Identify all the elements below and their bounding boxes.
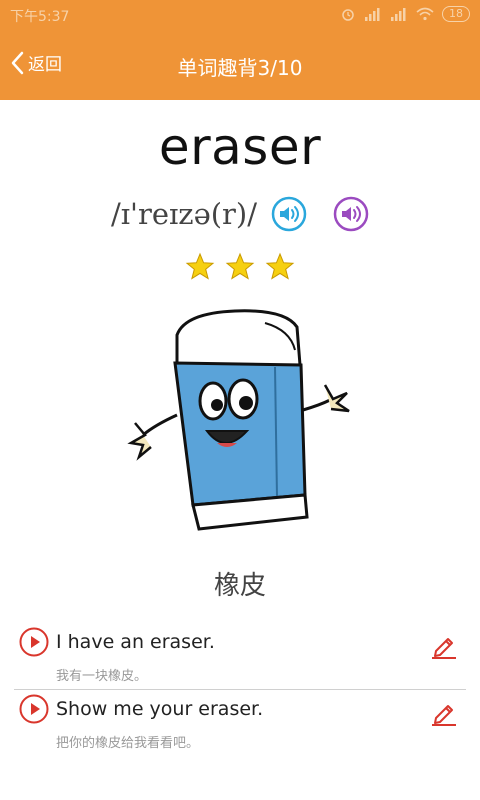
- nav-bar: 返回 单词趣背3/10: [0, 30, 480, 100]
- play-icon[interactable]: [19, 694, 49, 724]
- signal-icon: [365, 8, 380, 21]
- word-text: eraser: [158, 118, 322, 176]
- pencil-icon[interactable]: [430, 698, 458, 726]
- page-title: 单词趣背3/10: [177, 56, 303, 80]
- sentence-chinese: 把你的橡皮给我看看吧。: [56, 736, 200, 751]
- status-icons: 18: [340, 6, 470, 22]
- sentence-item: Show me your eraser. 把你的橡皮给我看看吧。: [14, 692, 466, 756]
- phonetic-text: /ɪ'reɪzə(r)/: [110, 197, 258, 231]
- status-time: 下午5:37: [10, 9, 70, 25]
- wifi-icon: [416, 7, 434, 21]
- star-icon: [185, 252, 215, 280]
- alarm-icon: [342, 9, 354, 21]
- battery-indicator: 18: [442, 6, 470, 22]
- rating-stars: [0, 252, 480, 282]
- sentence-english: I have an eraser.: [56, 631, 215, 653]
- play-icon[interactable]: [19, 627, 49, 657]
- pencil-icon[interactable]: [430, 631, 458, 659]
- speaker-icon-purple[interactable]: [333, 196, 369, 232]
- status-bar: 下午5:37 18: [0, 0, 480, 30]
- star-icon: [225, 252, 255, 280]
- signal-icon-2: [391, 8, 406, 21]
- word-meaning: 橡皮: [213, 571, 266, 601]
- sentence-chinese: 我有一块橡皮。: [56, 669, 148, 684]
- speaker-icon-blue[interactable]: [271, 196, 307, 232]
- eraser-illustration: [127, 309, 350, 531]
- star-icon: [265, 252, 295, 280]
- sentence-item: I have an eraser. 我有一块橡皮。: [14, 625, 466, 690]
- phonetic-row: /ɪ'reɪzə(r)/: [0, 194, 480, 234]
- sentence-english: Show me your eraser.: [56, 698, 264, 720]
